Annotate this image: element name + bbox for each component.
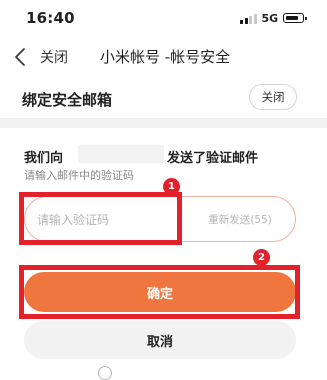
masked-email bbox=[78, 145, 164, 163]
annotation-badge-1: 1 bbox=[163, 178, 180, 195]
signal-icon bbox=[240, 13, 257, 24]
resend-button[interactable]: 重新发送(55) bbox=[185, 197, 295, 241]
network-label: 5G bbox=[261, 11, 279, 25]
message-suffix: 发送了验证邮件 bbox=[167, 151, 259, 166]
message-prefix: 我们向 bbox=[24, 151, 64, 166]
nav-bar: 关闭 小米帐号 -帐号安全 bbox=[0, 36, 327, 76]
nav-close-link[interactable]: 关闭 bbox=[40, 47, 68, 67]
status-bar: 16:40 5G bbox=[0, 0, 327, 36]
agreement-checkbox-icon[interactable] bbox=[98, 366, 112, 380]
annotation-box-1 bbox=[19, 192, 182, 245]
page-title: 小米帐号 -帐号安全 bbox=[100, 48, 231, 66]
back-icon[interactable] bbox=[14, 48, 26, 66]
annotation-badge-2: 2 bbox=[253, 249, 270, 266]
status-time: 16:40 bbox=[26, 9, 75, 27]
hint-text: 请输入邮件中的验证码 bbox=[24, 169, 134, 182]
header-close-button[interactable]: 关闭 bbox=[249, 84, 297, 110]
status-indicators: 5G bbox=[240, 11, 308, 25]
battery-icon bbox=[283, 13, 308, 23]
section-header: 绑定安全邮箱 关闭 bbox=[0, 76, 327, 118]
cancel-button[interactable]: 取消 bbox=[24, 321, 296, 359]
section-divider bbox=[0, 118, 327, 128]
section-title: 绑定安全邮箱 bbox=[22, 91, 113, 109]
annotation-box-2 bbox=[19, 265, 300, 319]
